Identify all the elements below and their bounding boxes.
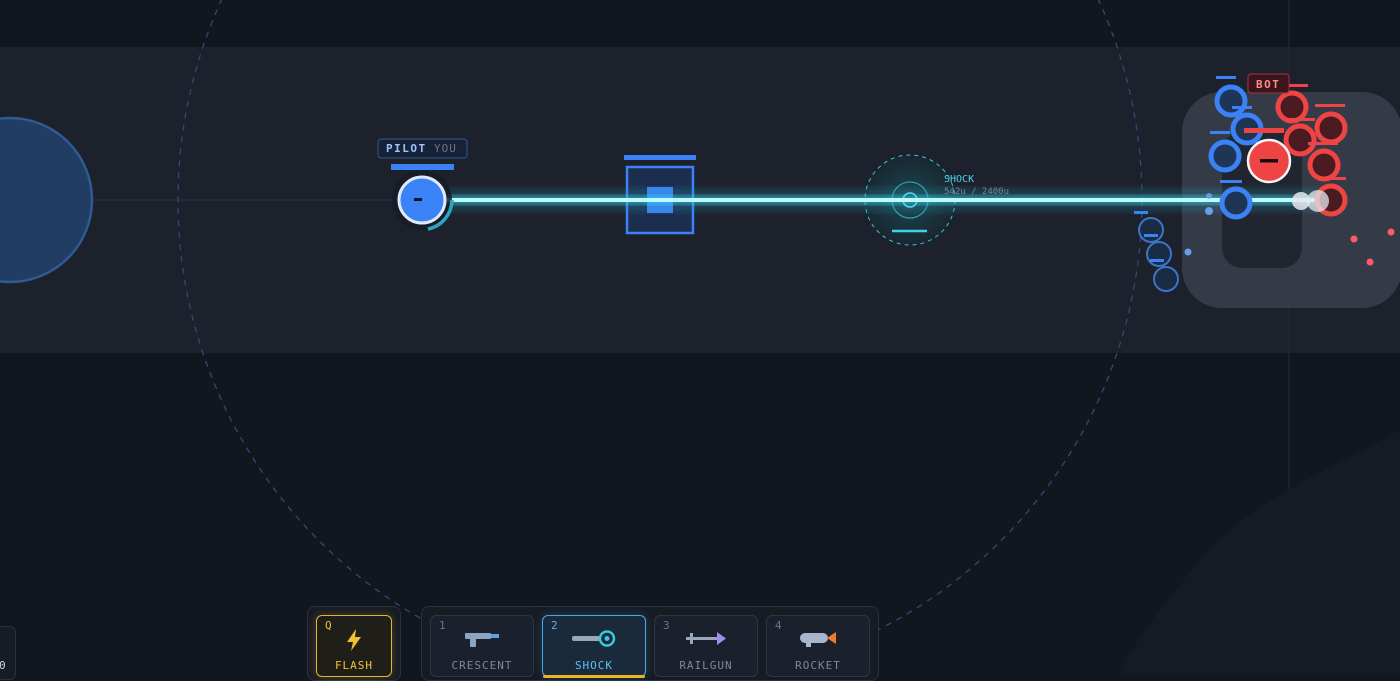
weapon-key: 2 [551,619,558,632]
weapon-key: 3 [663,619,670,632]
corner-counter-value: 0 [0,659,6,672]
player-tag: PILOT YOU [377,138,468,159]
weapon-key: 4 [775,619,782,632]
weapon-slot-rocket[interactable]: 4 ROCKET [766,615,870,677]
weapon-slot-railgun[interactable]: 3 RAILGUN [654,615,758,677]
weapon-label: SHOCK [574,659,614,672]
rocket-icon [796,628,840,654]
lightning-bolt-icon [343,628,365,656]
railgun-icon [683,628,729,654]
shock-gun-icon [570,628,618,654]
weapon-label: CRESCENT [451,659,513,672]
weapon-slot-shock[interactable]: 2 SHOCK [542,615,646,678]
selected-indicator [543,675,645,678]
corner-counter: 0 [0,626,16,680]
pistol-icon [462,628,502,654]
weapon-key: 1 [439,619,446,632]
weapon-slot-crescent[interactable]: 1 CRESCENT [430,615,534,677]
shock-beam [420,188,1320,212]
enemy-tag: BOT [1247,73,1290,94]
svg-text:YOU: YOU [434,142,457,155]
weapon-label: RAILGUN [679,659,733,672]
ability-slot-flash[interactable]: Q FLASH [316,615,392,677]
game-arena[interactable]: SHOCK 542u / 2400u PILOT YOU BOT [0,0,1400,675]
svg-text:PILOT: PILOT [386,142,427,155]
reticle-weapon-label: SHOCK [944,174,974,185]
weapon-label: ROCKET [795,659,841,672]
svg-text:BOT: BOT [1256,78,1280,91]
ability-label: FLASH [334,659,374,672]
ability-key: Q [325,619,332,632]
